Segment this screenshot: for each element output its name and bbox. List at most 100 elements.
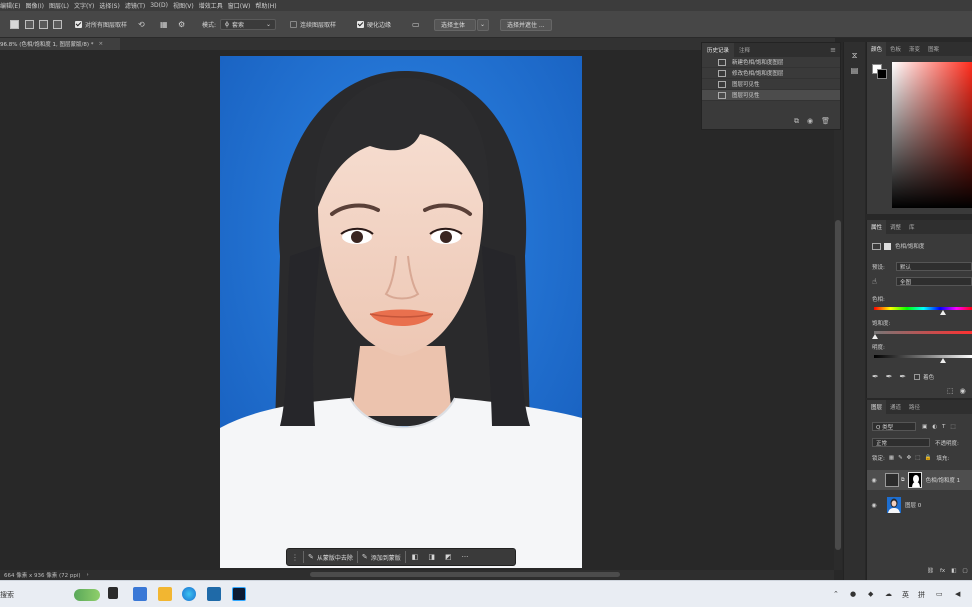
lock-paint-icon[interactable]: ✎ [898,455,903,461]
preset-dropdown[interactable]: 默认 [896,262,972,271]
menu-3d[interactable]: 3D(D) [150,2,168,9]
close-icon[interactable]: × [98,41,103,47]
hand-icon[interactable]: ☝ [872,277,896,286]
history-icon[interactable]: ⧖ [844,50,865,61]
lock-move-icon[interactable]: ✥ [907,455,912,461]
eyedropper-icon[interactable]: ✒ [872,372,879,381]
menu-type[interactable]: 文字(Y) [74,1,94,10]
menu-image[interactable]: 图像(I) [25,1,43,10]
network-icon[interactable]: ▭ [936,590,943,598]
filter-pixel-icon[interactable]: ▣ [922,424,927,430]
menu-view[interactable]: 视图(V) [173,1,194,10]
gear-icon[interactable]: ⚙ [178,19,185,30]
layer-row-layer-0[interactable]: ◉ 图层 0 [867,495,972,515]
cloud-icon[interactable]: ☁ [885,590,892,598]
mode-dropdown[interactable]: ϕ 套索 ⌄ [220,19,277,30]
saturation-slider-knob[interactable] [872,334,878,339]
intersect-selection-button[interactable] [53,19,62,30]
tray-app-icon[interactable]: ● [850,590,856,598]
photoshop-icon[interactable] [232,587,246,601]
input-lang-1[interactable]: 英 [902,590,909,600]
grid-icon[interactable]: ▦ [160,19,168,30]
tab-libraries[interactable]: 库 [905,223,919,231]
fx-icon[interactable]: fx [940,568,945,574]
filter-type-icon[interactable]: T [942,424,945,430]
tab-layers[interactable]: 图层 [867,400,887,414]
lock-all-icon[interactable]: 🔒 [924,455,931,461]
menu-layer[interactable]: 图层(L) [49,1,69,10]
invert-icon[interactable]: ◨ [428,553,435,561]
history-item[interactable]: 图层可见性 [702,90,840,101]
mask-icon[interactable] [884,242,891,250]
saturation-slider[interactable] [874,331,972,334]
menu-filter[interactable]: 滤镜(T) [125,1,145,10]
link-layers-icon[interactable]: ⛓ [927,568,934,574]
add-mask-icon[interactable]: ◧ [951,568,956,574]
hue-slider[interactable] [874,307,972,310]
tab-color[interactable]: 颜色 [867,42,887,56]
chevron-up-icon[interactable]: ⌃ [833,590,839,598]
tab-gradients[interactable]: 渐变 [905,45,924,53]
input-lang-2[interactable]: 拼 [918,590,925,600]
new-document-from-state-icon[interactable]: ⧉ [794,117,799,126]
menu-help[interactable]: 帮助(H) [255,1,276,10]
color-picker-field[interactable] [892,62,972,208]
scroll-thumb[interactable] [835,220,841,550]
tab-properties[interactable]: 属性 [867,220,887,234]
new-selection-button[interactable] [10,19,19,30]
tab-channels[interactable]: 通道 [886,403,905,411]
hue-slider-knob[interactable] [940,310,946,315]
horizontal-scrollbar[interactable] [310,572,620,577]
filter-shape-icon[interactable]: ⬚ [950,424,955,430]
sample-all-layers-checkbox[interactable]: 对所有图层取样 [75,19,127,30]
select-subject-button[interactable]: 选择主体 [434,18,476,31]
tab-history[interactable]: 历史记录 [702,43,735,57]
lightness-slider[interactable] [874,355,972,358]
tab-adjustments[interactable]: 调整 [886,223,905,231]
clip-icon[interactable]: ⬚ [947,387,954,395]
menu-edit[interactable]: 编辑(E) [0,1,20,10]
add-to-mask-button[interactable]: ✎ 添加到蒙版 [362,552,401,563]
file-explorer-icon[interactable] [158,587,172,601]
tab-paths[interactable]: 路径 [905,403,924,411]
taskview-icon[interactable] [108,587,118,599]
volume-icon[interactable]: ◀ [955,590,960,598]
channel-dropdown[interactable]: 全图 [896,277,972,286]
visibility-icon[interactable]: ◉ [960,387,966,395]
layer-mask-thumbnail[interactable] [907,472,922,488]
add-selection-button[interactable] [25,19,34,30]
eyedropper-plus-icon[interactable]: ✒ [886,372,893,381]
layer-name[interactable]: 色相/饱和度 1 [926,476,961,484]
layer-row-hue-saturation[interactable]: ◉ ⧉ 色相/饱和度 1 [867,470,972,490]
eye-icon[interactable]: ◉ [867,502,881,509]
edge-browser-icon[interactable] [182,587,196,601]
select-and-mask-button[interactable]: 选择并遮住 ... [500,18,552,31]
notes-app-icon[interactable] [133,587,147,601]
lock-artboard-icon[interactable]: ⬚ [915,455,920,461]
tab-patterns[interactable]: 图案 [924,45,943,53]
blend-mode-dropdown[interactable]: 正常 [872,438,930,447]
eyedropper-minus-icon[interactable]: ✒ [899,372,906,381]
background-swatch[interactable] [877,69,887,79]
layer-filter-dropdown[interactable]: Q 类型 [872,422,916,431]
layer-name[interactable]: 图层 0 [905,501,921,509]
trash-icon[interactable]: 🗑 [821,117,830,126]
menu-select[interactable]: 选择(S) [99,1,120,10]
camera-icon[interactable]: ◉ [807,117,813,126]
history-item[interactable]: 新建色相/饱和度图层 [702,57,840,68]
filter-adjust-icon[interactable]: ◐ [932,424,937,430]
document-tab[interactable]: 96.8% (色相/饱和度 1, 图层蒙版/8) * × [0,38,120,50]
menu-window[interactable]: 窗口(W) [228,1,251,10]
lightness-slider-knob[interactable] [940,358,946,363]
refresh-icon[interactable]: ⟲ [138,19,145,30]
auto-enhance-checkbox[interactable]: 连续图层取样 [290,19,336,30]
feather-icon[interactable]: ◩ [445,553,452,561]
drag-handle-icon[interactable]: ⋮ [291,553,299,562]
tab-swatches[interactable]: 色板 [886,45,905,53]
eye-icon[interactable]: ◉ [867,477,881,484]
widgets-icon[interactable] [74,589,100,601]
panel-menu-icon[interactable]: ≡ [830,46,836,54]
tab-notes[interactable]: 注释 [734,46,755,54]
chain-icon[interactable]: ⧉ [901,477,905,483]
history-item[interactable]: 图层可见性 [702,79,840,90]
